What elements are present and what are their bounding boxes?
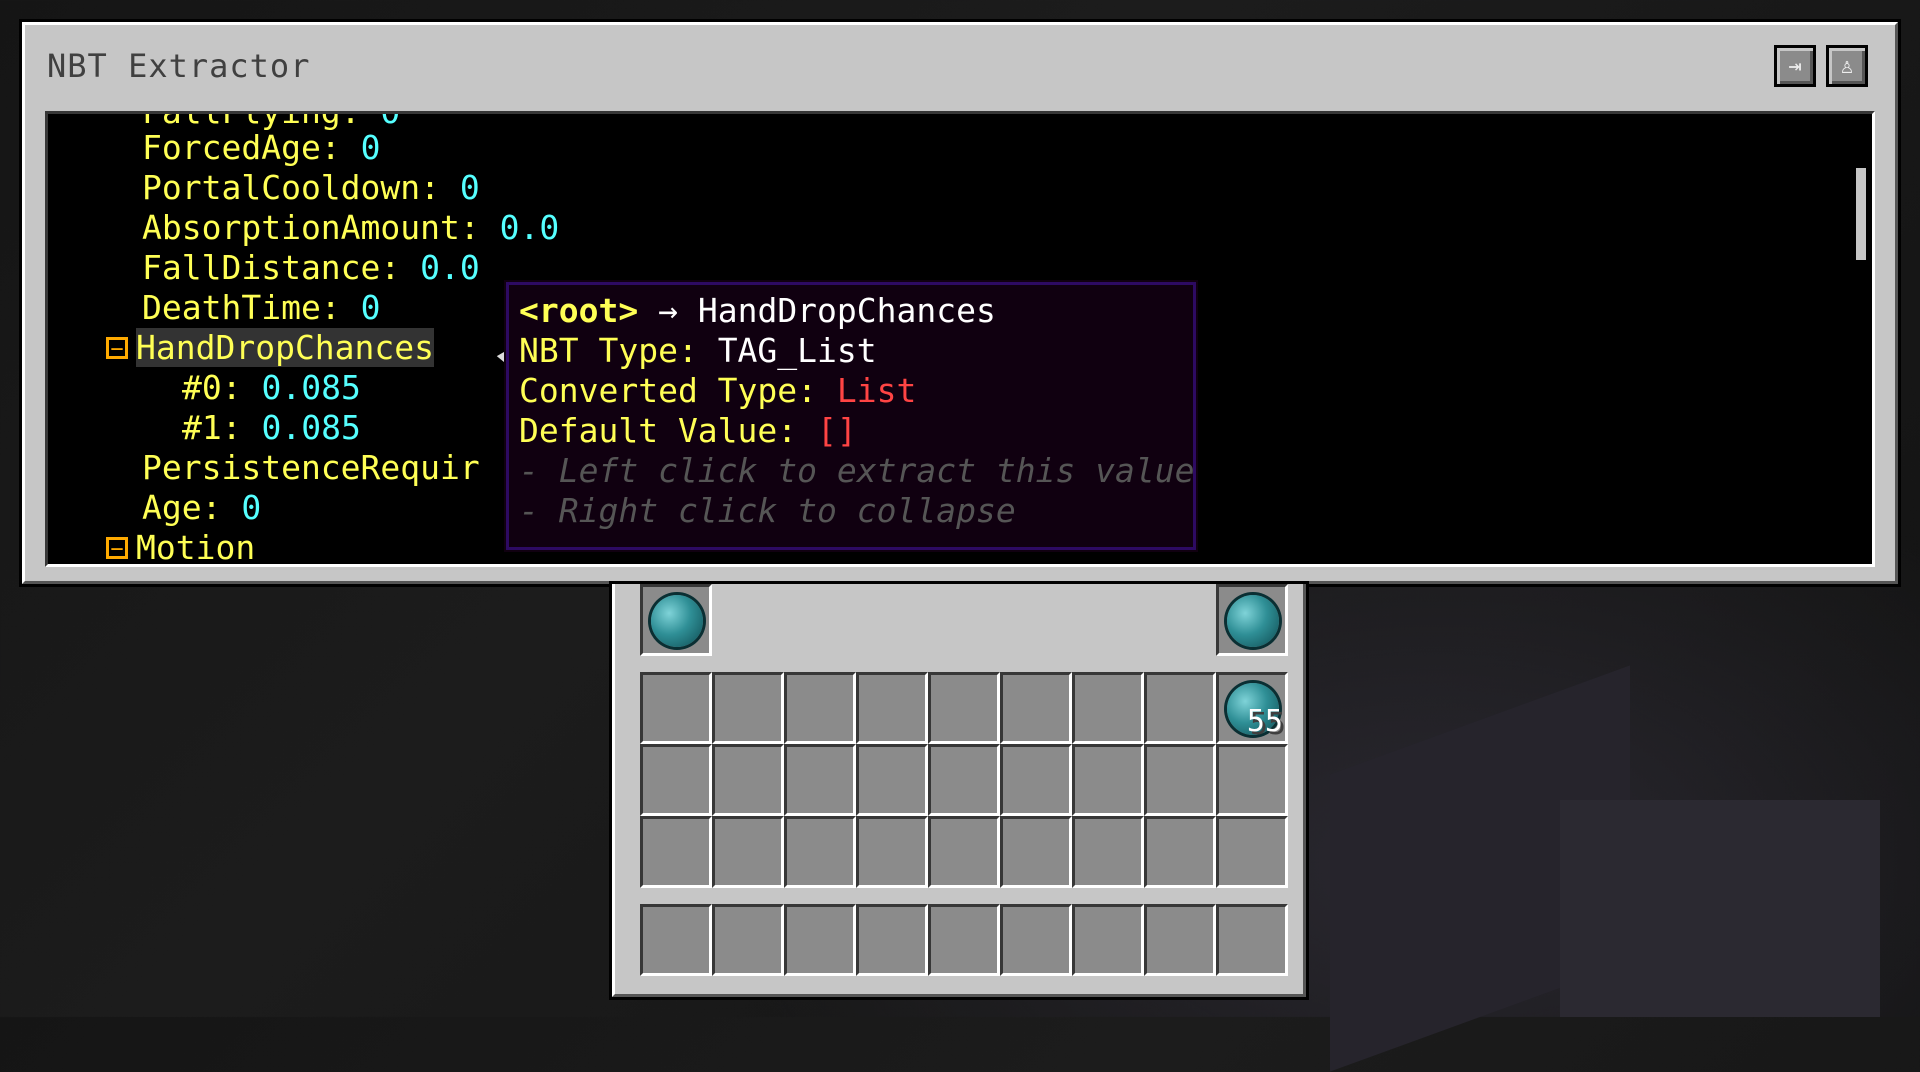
inventory-slot[interactable] (928, 816, 1000, 888)
export-icon: ⇥ (1788, 53, 1802, 79)
tooltip-hint-right: - Right click to collapse (519, 491, 1016, 530)
inventory-slot[interactable] (1000, 744, 1072, 816)
window-title: NBT Extractor (47, 47, 311, 85)
inventory-slot[interactable] (784, 744, 856, 816)
tree-row-handdropchances[interactable]: − HandDropChances (106, 328, 435, 367)
hotbar-slot[interactable] (1216, 904, 1288, 976)
tree-row[interactable]: #1: 0.085 (182, 408, 361, 447)
tree-row[interactable]: PersistenceRequir (142, 448, 480, 487)
collapse-icon[interactable]: − (106, 537, 128, 561)
inventory-slot[interactable] (1144, 816, 1216, 888)
tooltip-path: <root> → HandDropChances (519, 291, 996, 330)
inventory-slot[interactable] (928, 672, 1000, 744)
ender-pearl-icon (1227, 595, 1279, 647)
collapse-icon[interactable]: − (106, 337, 128, 361)
inventory-slot[interactable] (856, 744, 928, 816)
inventory-slot[interactable] (1216, 816, 1288, 888)
tooltip-default-value: Default Value: [] (519, 411, 857, 450)
inventory-slot[interactable] (784, 672, 856, 744)
inventory-slot[interactable]: 55 (1216, 672, 1288, 744)
tree-row[interactable]: FallDistance: 0.0 (142, 248, 480, 287)
slot-output[interactable] (1216, 584, 1288, 656)
hotbar-slot[interactable] (1144, 904, 1216, 976)
player-icon: ♙ (1840, 53, 1854, 79)
player-button[interactable]: ♙ (1826, 45, 1868, 87)
inventory-slot[interactable] (784, 816, 856, 888)
hotbar-slot[interactable] (856, 904, 928, 976)
hotbar-slot[interactable] (1072, 904, 1144, 976)
inventory-slot[interactable] (856, 816, 928, 888)
slot-input[interactable] (640, 584, 712, 656)
inventory-slot[interactable] (1072, 816, 1144, 888)
inventory-slot[interactable] (1216, 744, 1288, 816)
inventory-slot[interactable] (712, 816, 784, 888)
inventory-slot[interactable] (640, 816, 712, 888)
hotbar-slot[interactable] (712, 904, 784, 976)
tree-row[interactable]: DeathTime: 0 (142, 288, 380, 327)
inventory-slot[interactable] (640, 672, 712, 744)
scrollbar[interactable] (1856, 168, 1866, 260)
inventory-slot[interactable] (928, 744, 1000, 816)
inventory-slot[interactable] (1000, 672, 1072, 744)
tree-row[interactable]: AbsorptionAmount: 0.0 (142, 208, 559, 247)
tree-row[interactable]: ForcedAge: 0 (142, 128, 380, 167)
hotbar-slot[interactable] (928, 904, 1000, 976)
inventory-slot[interactable] (712, 672, 784, 744)
background-block (1560, 800, 1880, 1017)
tooltip-hint-left: - Left click to extract this value (519, 451, 1195, 490)
player-inventory: 55 (609, 581, 1309, 1000)
inventory-slot[interactable] (856, 672, 928, 744)
hotbar-slot[interactable] (1000, 904, 1072, 976)
inventory-slot[interactable] (1072, 744, 1144, 816)
hotbar-slot[interactable] (640, 904, 712, 976)
tree-row[interactable]: PortalCooldown: 0 (142, 168, 480, 207)
hotbar-slot[interactable] (784, 904, 856, 976)
tooltip: <root> → HandDropChances NBT Type: TAG_L… (504, 280, 1198, 552)
inventory-slot[interactable] (1144, 672, 1216, 744)
tooltip-converted-type: Converted Type: List (519, 371, 917, 410)
tree-row[interactable]: Age: 0 (142, 488, 261, 527)
tooltip-nbt-type: NBT Type: TAG_List (519, 331, 877, 370)
inventory-slot[interactable] (1072, 672, 1144, 744)
inventory-slot[interactable] (712, 744, 784, 816)
ender-pearl-icon (651, 595, 703, 647)
inventory-slot[interactable] (1000, 816, 1072, 888)
stack-count: 55 (1246, 704, 1283, 739)
inventory-slot[interactable] (1144, 744, 1216, 816)
export-button[interactable]: ⇥ (1774, 45, 1816, 87)
tree-row[interactable]: #0: 0.085 (182, 368, 361, 407)
tree-row-motion[interactable]: − Motion (106, 528, 255, 564)
inventory-slot[interactable] (640, 744, 712, 816)
